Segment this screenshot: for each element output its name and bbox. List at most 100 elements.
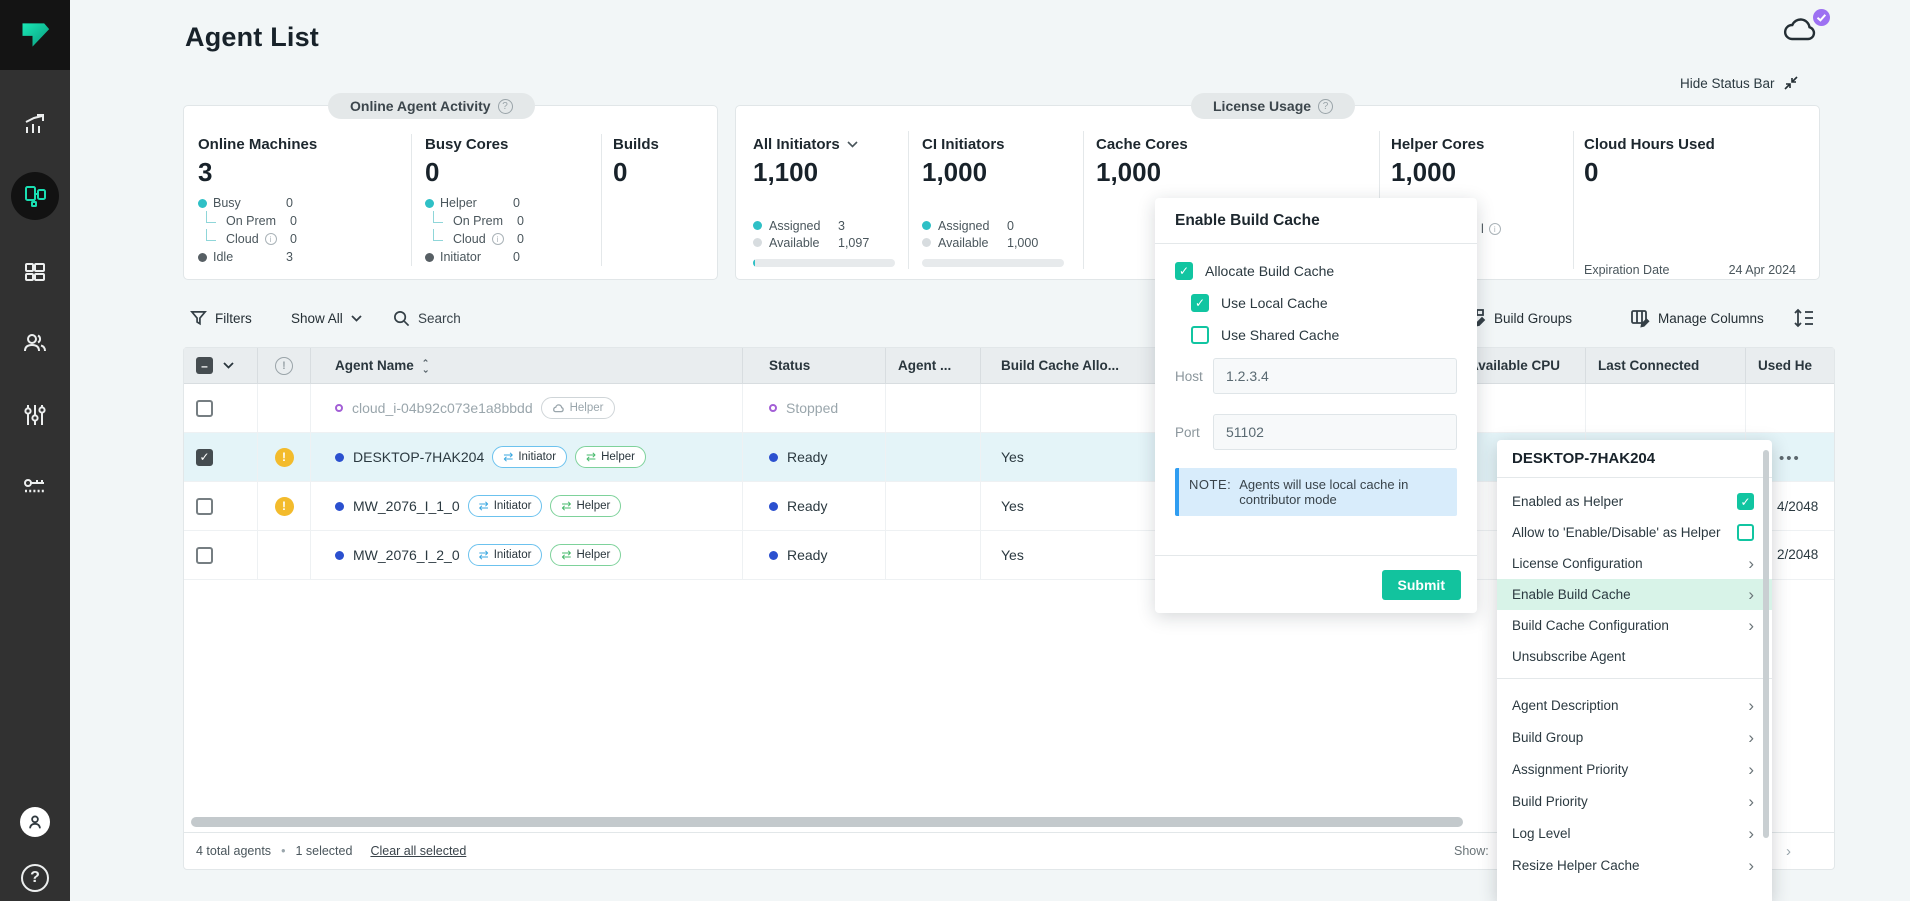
status-header[interactable]: Status xyxy=(743,348,886,383)
used-helper-header[interactable]: Used He xyxy=(1746,348,1834,383)
checkbox-label: Allocate Build Cache xyxy=(1205,263,1334,279)
sidebar-item-license[interactable] xyxy=(0,463,70,511)
checkbox-label: Use Shared Cache xyxy=(1221,327,1339,343)
row-checkbox[interactable]: ✓ xyxy=(196,449,213,466)
port-input[interactable] xyxy=(1213,414,1457,450)
sort-icon[interactable]: ⌃⌃ xyxy=(422,360,430,372)
row-more-icon[interactable]: ••• xyxy=(1779,450,1801,467)
search-label: Search xyxy=(418,311,461,326)
submit-button[interactable]: Submit xyxy=(1382,570,1461,600)
row-checkbox[interactable] xyxy=(196,400,213,417)
menu-item-license-configuration[interactable]: License Configuration› xyxy=(1497,548,1772,579)
helper-cores-stat: Helper Cores 1,000 l i xyxy=(1391,136,1551,188)
menu-item-build-group[interactable]: Build Group› xyxy=(1497,721,1772,753)
checkbox[interactable]: ✓ xyxy=(1737,493,1754,510)
last-connected-header[interactable]: Last Connected xyxy=(1586,348,1746,383)
host-input[interactable] xyxy=(1213,358,1457,394)
menu-item-label: Enabled as Helper xyxy=(1512,494,1623,509)
sidebar-item-builds[interactable] xyxy=(0,248,70,296)
next-page-icon[interactable]: › xyxy=(1786,843,1791,860)
cloud-status-button[interactable] xyxy=(1782,14,1826,48)
hide-status-bar-button[interactable]: Hide Status Bar xyxy=(1680,75,1830,91)
menu-item-enabled-as-helper[interactable]: Enabled as Helper ✓ xyxy=(1497,486,1772,517)
assigned-label: Assigned xyxy=(938,219,989,233)
build-cache-header[interactable]: Build Cache Allo... xyxy=(981,348,1163,383)
truncated-cell-text: 4/2048 xyxy=(1777,499,1818,514)
menu-scrollbar[interactable] xyxy=(1763,450,1769,838)
initiator-icon: ⇄ xyxy=(503,450,513,464)
sidebar-help[interactable]: ? xyxy=(0,854,70,901)
menu-item-agent-description[interactable]: Agent Description› xyxy=(1497,689,1772,721)
warning-icon[interactable]: ! xyxy=(275,497,294,516)
search-control[interactable]: Search xyxy=(393,305,461,331)
cloud-hours-stat: Cloud Hours Used 0 Expiration Date 24 Ap… xyxy=(1584,136,1806,188)
menu-item-build-cache-configuration[interactable]: Build Cache Configuration› xyxy=(1497,610,1772,641)
menu-item-enable-build-cache[interactable]: Enable Build Cache› xyxy=(1497,579,1772,610)
build-groups-button[interactable]: Build Groups xyxy=(1466,305,1572,331)
info-icon[interactable]: ? xyxy=(1318,99,1333,114)
show-all-dropdown[interactable]: Show All xyxy=(291,305,362,331)
manage-columns-button[interactable]: Manage Columns xyxy=(1630,305,1764,331)
row-height-button[interactable] xyxy=(1793,305,1815,331)
select-all-checkbox[interactable]: – xyxy=(196,357,213,374)
divider xyxy=(411,134,412,266)
sidebar-item-settings[interactable] xyxy=(0,391,70,439)
available-value: 1,097 xyxy=(838,236,869,250)
menu-item-assignment-priority[interactable]: Assignment Priority› xyxy=(1497,753,1772,785)
allocate-build-cache-checkbox[interactable]: ✓ Allocate Build Cache xyxy=(1175,262,1477,280)
incredibuild-logo[interactable] xyxy=(0,0,70,70)
menu-item-label: Build Group xyxy=(1512,730,1583,745)
use-local-cache-checkbox[interactable]: ✓ Use Local Cache xyxy=(1191,294,1477,312)
filters-button[interactable]: Filters xyxy=(190,305,252,331)
assigned-dot xyxy=(922,221,931,230)
tree-value: 0 xyxy=(513,196,520,210)
sidebar-account[interactable] xyxy=(0,798,70,846)
expiration-value: 24 Apr 2024 xyxy=(1729,263,1796,277)
chevron-down-icon[interactable] xyxy=(223,362,234,369)
sidebar-item-users[interactable] xyxy=(0,319,70,367)
initiator-chip: ⇄Initiator xyxy=(468,495,543,517)
menu-item-allow-enable-disable[interactable]: Allow to 'Enable/Disable' as Helper ✓ xyxy=(1497,517,1772,548)
available-cpu-header-label: Available CPU xyxy=(1469,358,1560,373)
license-usage-pill: License Usage ? xyxy=(1191,93,1355,119)
sidebar-item-agents-active[interactable] xyxy=(11,172,59,220)
chevron-right-icon: › xyxy=(1748,586,1754,603)
horizontal-scrollbar[interactable] xyxy=(191,817,1463,827)
info-icon[interactable]: ? xyxy=(498,99,513,114)
status-text: Stopped xyxy=(786,400,838,416)
row-checkbox[interactable] xyxy=(196,498,213,515)
stat-label: Cloud Hours Used xyxy=(1584,136,1806,153)
menu-divider xyxy=(1497,678,1772,679)
checkbox[interactable]: ✓ xyxy=(1737,524,1754,541)
enable-build-cache-dialog: Enable Build Cache ✓ Allocate Build Cach… xyxy=(1155,198,1477,613)
agent-name-header[interactable]: Agent Name ⌃⌃ xyxy=(311,348,743,383)
menu-item-resize-helper-cache[interactable]: Resize Helper Cache› xyxy=(1497,849,1772,881)
agent-name-header-label: Agent Name xyxy=(335,358,414,373)
build-cache-value: Yes xyxy=(1001,498,1024,514)
usage-bar xyxy=(753,259,895,267)
sidebar-item-analytics[interactable] xyxy=(0,101,70,149)
analytics-icon xyxy=(22,112,48,138)
build-cache-value: Yes xyxy=(1001,449,1024,465)
note-label: NOTE: xyxy=(1189,477,1231,507)
info-icon[interactable]: i xyxy=(1489,223,1501,235)
menu-item-build-priority[interactable]: Build Priority› xyxy=(1497,785,1772,817)
warning-icon[interactable]: ! xyxy=(275,448,294,467)
table-row[interactable]: cloud_i-04b92c073e1a8bbdd Helper Stopped xyxy=(184,384,1834,433)
available-cpu-header[interactable]: Available CPU xyxy=(1461,348,1586,383)
agent-header[interactable]: Agent ... xyxy=(886,348,981,383)
menu-item-label: Build Priority xyxy=(1512,794,1588,809)
agent-name: cloud_i-04b92c073e1a8bbdd xyxy=(352,400,533,416)
tree-label: Helper xyxy=(440,196,477,210)
row-checkbox[interactable] xyxy=(196,547,213,564)
clear-selected-link[interactable]: Clear all selected xyxy=(370,844,466,858)
chevron-down-icon[interactable] xyxy=(847,141,858,148)
menu-item-log-level[interactable]: Log Level› xyxy=(1497,817,1772,849)
info-icon[interactable]: i xyxy=(265,233,277,245)
initiator-chip: ⇄Initiator xyxy=(468,544,543,566)
tree-branch xyxy=(206,229,216,241)
stat-label: CI Initiators xyxy=(922,136,1064,153)
use-shared-cache-checkbox[interactable]: ✓ Use Shared Cache xyxy=(1191,326,1477,344)
info-icon[interactable]: i xyxy=(492,233,504,245)
menu-item-unsubscribe-agent[interactable]: Unsubscribe Agent xyxy=(1497,641,1772,672)
